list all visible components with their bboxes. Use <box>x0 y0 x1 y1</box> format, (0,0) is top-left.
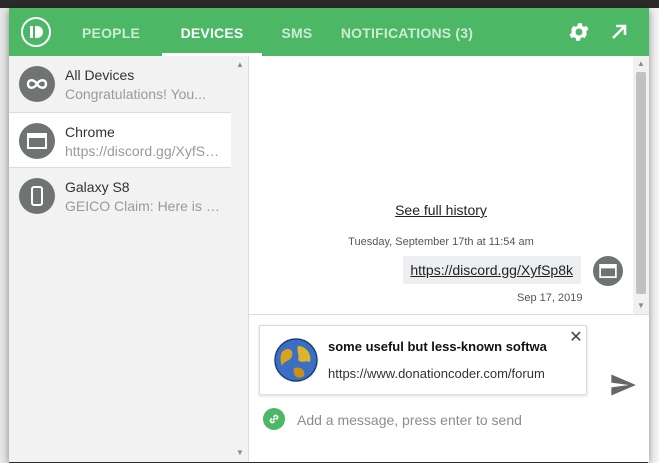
link-preview-title: some useful but less-known softwa <box>328 339 547 354</box>
tab-people[interactable]: PEOPLE <box>71 8 151 56</box>
message-timestamp: Tuesday, September 17th at 11:54 am <box>348 236 534 248</box>
scroll-up-arrow-icon[interactable]: ▲ <box>236 60 244 69</box>
device-item-chrome[interactable]: Chrome https://discord.gg/XyfSp8k <box>9 112 231 168</box>
device-name: Chrome <box>65 124 115 140</box>
globe-icon <box>272 336 320 384</box>
link-preview-card: some useful but less-known softwa https:… <box>259 325 587 395</box>
browser-window-icon <box>19 123 55 159</box>
message-link[interactable]: https://discord.gg/XyfSp8k <box>403 256 581 284</box>
device-item-galaxy-s8[interactable]: Galaxy S8 GEICO Claim: Here is your... <box>9 168 231 224</box>
link-preview-url: https://www.donationcoder.com/forum <box>328 366 545 381</box>
header-bar: PEOPLE DEVICES SMS NOTIFICATIONS (3) <box>9 8 649 56</box>
device-name: All Devices <box>65 67 135 83</box>
browser-tab-strip <box>0 0 659 8</box>
message-input[interactable] <box>297 408 597 432</box>
device-name: Galaxy S8 <box>65 179 130 195</box>
message-composer: some useful but less-known softwa https:… <box>249 314 649 462</box>
scrollbar-thumb[interactable] <box>636 72 646 294</box>
scroll-down-arrow-icon[interactable]: ▼ <box>236 448 244 457</box>
device-last-message: https://discord.gg/XyfSp8k <box>65 143 221 159</box>
sidebar-scrollbar[interactable]: ▲ ▼ <box>231 56 249 462</box>
see-full-history-link[interactable]: See full history <box>249 202 633 218</box>
conversation-scrollbar[interactable]: ▲ ▼ <box>633 56 649 314</box>
background-page-right <box>648 8 659 463</box>
scroll-down-arrow-icon[interactable]: ▼ <box>637 301 645 310</box>
message-date: Sep 17, 2019 <box>517 292 583 304</box>
scroll-up-arrow-icon[interactable]: ▲ <box>637 59 645 68</box>
pushbullet-logo-icon <box>21 17 51 47</box>
device-last-message: GEICO Claim: Here is your... <box>65 198 221 214</box>
conversation-panel: See full history Tuesday, September 17th… <box>249 56 633 314</box>
close-icon[interactable]: ✕ <box>568 330 584 346</box>
pushbullet-popup: PEOPLE DEVICES SMS NOTIFICATIONS (3) All… <box>9 8 649 462</box>
phone-icon <box>19 178 55 214</box>
send-icon[interactable] <box>609 371 637 399</box>
tab-sms[interactable]: SMS <box>273 8 321 56</box>
device-item-all-devices[interactable]: All Devices Congratulations! You... <box>9 56 231 112</box>
tab-notifications[interactable]: NOTIFICATIONS (3) <box>337 8 477 56</box>
infinity-icon <box>19 66 55 102</box>
gear-icon[interactable] <box>567 20 591 44</box>
browser-window-icon <box>593 256 623 286</box>
device-list: All Devices Congratulations! You... Chro… <box>9 56 249 462</box>
background-page-left <box>0 8 9 463</box>
link-icon[interactable] <box>263 408 285 430</box>
tab-devices[interactable]: DEVICES <box>162 8 262 56</box>
device-last-message: Congratulations! You... <box>65 86 206 102</box>
arrow-up-right-icon[interactable] <box>607 20 631 44</box>
